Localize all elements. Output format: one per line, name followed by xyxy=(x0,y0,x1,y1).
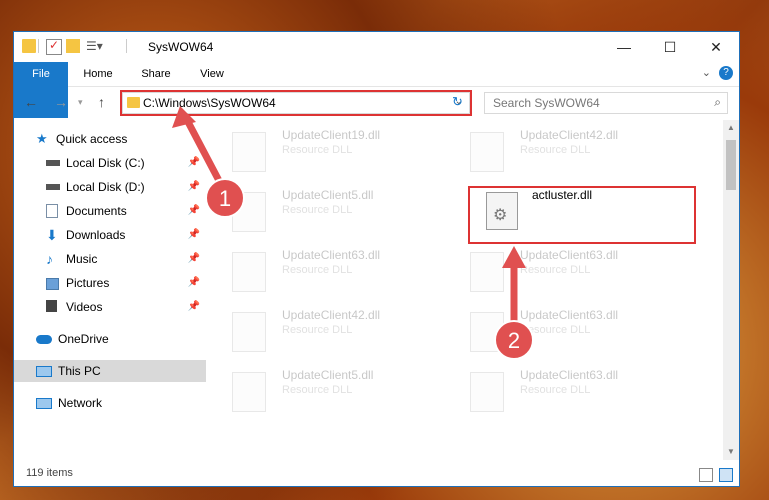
step-marker-2: 2 xyxy=(494,320,534,360)
arrow-2-head xyxy=(502,246,526,268)
step-marker-1: 1 xyxy=(205,178,245,218)
annotation-arrows xyxy=(172,106,526,326)
